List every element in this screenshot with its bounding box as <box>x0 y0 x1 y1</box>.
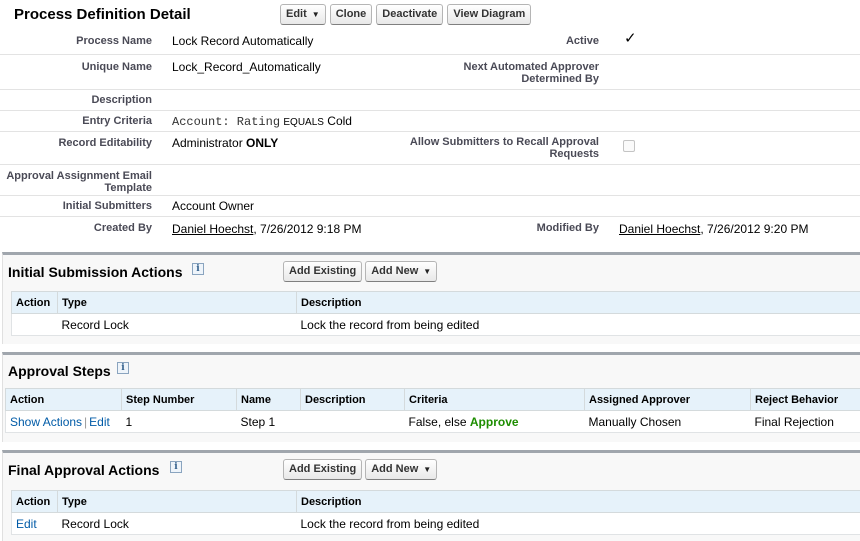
created-by-label: Created By <box>93 222 152 234</box>
created-by-value: Daniel Hoechst, 7/26/2012 9:18 PM <box>172 222 362 236</box>
active-label: Active <box>565 35 599 47</box>
add-existing-button[interactable]: Add Existing <box>283 459 363 480</box>
triangle-down-icon: ▼ <box>423 465 432 474</box>
edit-dropdown-button[interactable]: Edit ▼ <box>280 4 326 25</box>
triangle-down-icon: ▼ <box>311 10 320 19</box>
triangle-down-icon: ▼ <box>423 267 432 276</box>
add-new-dropdown-button[interactable]: Add New ▼ <box>365 261 438 282</box>
entry-criteria-label: Entry Criteria <box>82 115 152 127</box>
initial-submission-section: Initial Submission Actions i Add Existin… <box>2 252 860 344</box>
add-new-dropdown-button[interactable]: Add New ▼ <box>365 459 438 480</box>
row-entry-criteria: Entry Criteria Account: Rating EQUALS Co… <box>0 111 860 132</box>
criteria-operator: EQUALS <box>283 117 324 128</box>
record-editability-label: Record Editability <box>58 137 152 149</box>
show-actions-link[interactable]: Show Actions <box>10 415 82 429</box>
info-icon[interactable]: i <box>192 263 204 275</box>
next-approver-label: Next Automated Approver Determined By <box>463 61 599 85</box>
section-title: Initial Submission Actions <box>8 264 183 280</box>
criteria-field: Account: Rating <box>172 115 281 129</box>
entry-criteria-value: Account: Rating EQUALS Cold <box>172 114 352 130</box>
table-row: Record Lock Lock the record from being e… <box>11 313 860 336</box>
process-name-value: Lock Record Automatically <box>172 34 314 48</box>
modified-by-label: Modified By <box>536 222 599 234</box>
detail-toolbar: Edit ▼ Clone Deactivate View Diagram <box>280 4 532 25</box>
edit-action-link[interactable]: Edit <box>16 517 37 531</box>
final-approval-section: Final Approval Actions i Add Existing Ad… <box>2 450 860 541</box>
clone-button[interactable]: Clone <box>329 4 373 25</box>
table-header: Action Step Number Name Description Crit… <box>5 388 860 411</box>
detail-fields: Process Name Lock Record Automatically A… <box>0 28 860 243</box>
row-created-by: Created By Daniel Hoechst, 7/26/2012 9:1… <box>0 217 860 243</box>
initial-submission-table: Action Type Description Record Lock Lock… <box>11 291 860 336</box>
page-title: Process Definition Detail <box>14 6 191 23</box>
row-description: Description <box>0 90 860 111</box>
checkmark-icon: ✓ <box>624 30 637 47</box>
allow-recall-checkbox <box>623 140 635 152</box>
row-process-name: Process Name Lock Record Automatically A… <box>0 28 860 55</box>
record-editability-value: Administrator ONLY <box>172 136 279 150</box>
description-label: Description <box>91 94 152 106</box>
process-name-label: Process Name <box>76 35 152 47</box>
view-diagram-button[interactable]: View Diagram <box>447 4 532 25</box>
section-title: Final Approval Actions <box>8 462 160 478</box>
unique-name-value: Lock_Record_Automatically <box>172 60 321 74</box>
modified-by-user-link[interactable]: Daniel Hoechst <box>619 222 700 236</box>
section-title: Approval Steps <box>8 363 111 379</box>
deactivate-button[interactable]: Deactivate <box>376 4 444 25</box>
created-by-user-link[interactable]: Daniel Hoechst <box>172 222 253 236</box>
table-header: Action Type Description <box>11 490 860 513</box>
final-approval-table: Action Type Description Edit Record Lock… <box>11 490 860 535</box>
unique-name-label: Unique Name <box>81 61 152 73</box>
table-row: Show Actions | Edit 1 Step 1 False, else A… <box>5 410 860 433</box>
table-row: Edit Record Lock Lock the record from be… <box>11 512 860 535</box>
initial-submitters-label: Initial Submitters <box>62 200 152 212</box>
edit-step-link[interactable]: Edit <box>89 415 110 429</box>
info-icon[interactable]: i <box>170 461 182 473</box>
approval-steps-table: Action Step Number Name Description Crit… <box>5 388 860 433</box>
initial-submitters-value: Account Owner <box>172 199 255 213</box>
row-unique-name: Unique Name Lock_Record_Automatically Ne… <box>0 55 860 90</box>
email-template-label: Approval Assignment Email Template <box>6 170 152 194</box>
row-initial-submitters: Initial Submitters Account Owner <box>0 196 860 217</box>
criteria-value: Cold <box>327 114 352 128</box>
row-email-template: Approval Assignment Email Template <box>0 165 860 196</box>
table-header: Action Type Description <box>11 291 860 314</box>
row-record-editability: Record Editability Administrator ONLY Al… <box>0 132 860 165</box>
approval-steps-section: Approval Steps i Action Step Number Name… <box>2 352 860 442</box>
allow-recall-label: Allow Submitters to Recall Approval Requ… <box>409 136 599 160</box>
add-existing-button[interactable]: Add Existing <box>283 261 363 282</box>
modified-by-value: Daniel Hoechst, 7/26/2012 9:20 PM <box>619 222 809 236</box>
info-icon[interactable]: i <box>117 362 129 374</box>
